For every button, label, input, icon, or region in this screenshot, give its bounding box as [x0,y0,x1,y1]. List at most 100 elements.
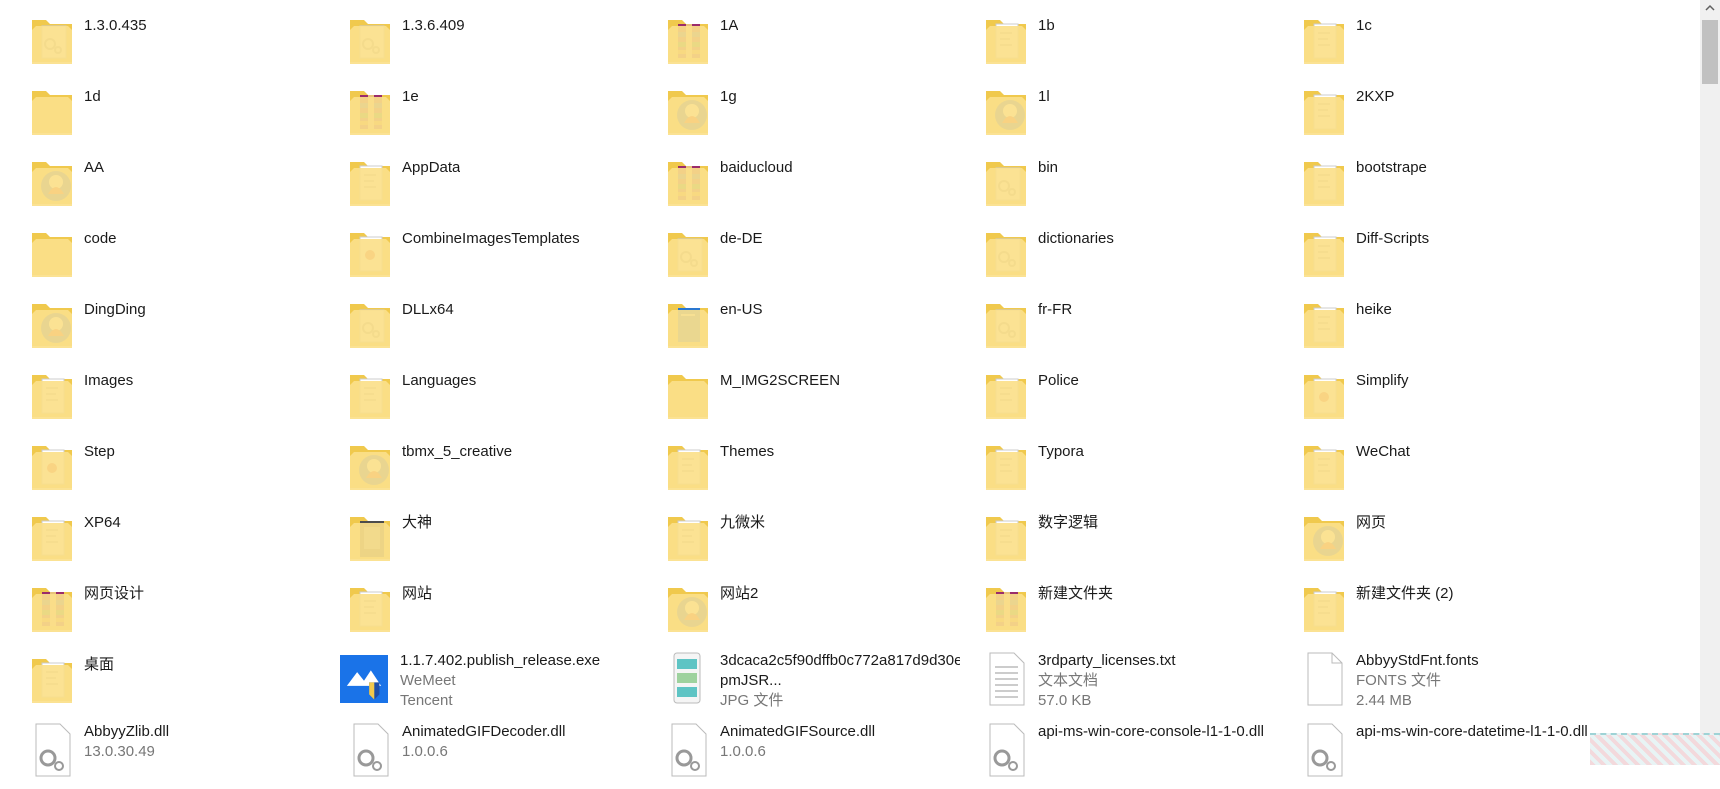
dll-file-icon [982,722,1030,778]
folder-item[interactable]: 桌面 [28,647,346,718]
folder-icon [346,509,394,565]
folder-item[interactable]: 网页设计 [28,576,346,647]
folder-item[interactable]: 九微米 [664,505,982,576]
folder-item[interactable]: 1l [982,79,1300,150]
folder-item[interactable]: bootstrape [1300,150,1618,221]
folder-item[interactable]: WeChat [1300,434,1618,505]
folder-item[interactable]: 1A [664,8,982,79]
folder-item[interactable]: Images [28,363,346,434]
file-item[interactable]: 3dcaca2c5f90dffb0c772a817d9d30eb9d8ff0e8… [664,647,982,718]
file-item[interactable]: AbbyyZlib.dll 13.0.30.49 [28,718,346,789]
folder-item[interactable]: XP64 [28,505,346,576]
folder-item[interactable]: 网站2 [664,576,982,647]
item-meta: 2KXP [1356,79,1394,107]
folder-item[interactable]: Themes [664,434,982,505]
dll-file-icon [28,722,76,778]
scrollbar-thumb[interactable] [1702,20,1718,84]
folder-item[interactable]: 1b [982,8,1300,79]
file-item[interactable]: api-ms-win-core-datetime-l1-1-0.dll [1300,718,1618,789]
item-meta: AA [84,150,104,178]
folder-item[interactable]: Step [28,434,346,505]
item-detail-line-1: JPG 文件 [720,692,784,709]
file-item[interactable]: AnimatedGIFDecoder.dll 1.0.0.6 [346,718,664,789]
folder-icon [1300,83,1348,139]
folder-item[interactable]: DingDing [28,292,346,363]
folder-item[interactable]: 网站 [346,576,664,647]
item-meta: tbmx_5_creative [402,434,512,462]
folder-item[interactable]: M_IMG2SCREEN [664,363,982,434]
item-name: Diff-Scripts [1356,230,1430,247]
item-name: 1d [84,88,101,105]
file-grid: 1.3.0.435 1.3.6.409 1A 1b 1c 1d 1e 1g 1l 2KXP AA Ap… [28,8,1668,789]
item-name: Police [1038,372,1079,389]
folder-item[interactable]: fr-FR [982,292,1300,363]
folder-item[interactable]: 1g [664,79,982,150]
folder-item[interactable]: Diff-Scripts [1300,221,1618,292]
folder-item[interactable]: 1.3.6.409 [346,8,664,79]
folder-icon [664,83,712,139]
folder-icon [982,225,1030,281]
folder-item[interactable]: Simplify [1300,363,1618,434]
item-name: api-ms-win-core-datetime-l1-1-0.dll [1356,723,1588,740]
item-meta: heike [1356,292,1392,320]
folder-item[interactable]: 大神 [346,505,664,576]
folder-item[interactable]: AppData [346,150,664,221]
folder-item[interactable]: 1d [28,79,346,150]
folder-item[interactable]: 1e [346,79,664,150]
item-name: AppData [402,159,461,176]
folder-item[interactable]: 新建文件夹 [982,576,1300,647]
item-meta: bin [1038,150,1058,178]
vertical-scrollbar[interactable] [1700,0,1720,765]
folder-icon [1300,367,1348,423]
file-item[interactable]: api-ms-win-core-console-l1-1-0.dll [982,718,1300,789]
item-name: 1e [402,88,419,105]
scroll-up-arrow-icon[interactable] [1700,0,1720,16]
item-detail-line-1: 1.0.0.6 [402,743,448,760]
folder-item[interactable]: tbmx_5_creative [346,434,664,505]
folder-item[interactable]: 新建文件夹 (2) [1300,576,1618,647]
folder-item[interactable]: 数字逻辑 [982,505,1300,576]
folder-item[interactable]: bin [982,150,1300,221]
folder-item[interactable]: code [28,221,346,292]
folder-item[interactable]: 1c [1300,8,1618,79]
folder-item[interactable]: Police [982,363,1300,434]
folder-item[interactable]: dictionaries [982,221,1300,292]
folder-icon [1300,580,1348,636]
item-meta: de-DE [720,221,763,249]
folder-item[interactable]: en-US [664,292,982,363]
item-meta: en-US [720,292,763,320]
folder-item[interactable]: 2KXP [1300,79,1618,150]
item-detail-line-1: FONTS 文件 [1356,672,1441,689]
folder-icon [1300,12,1348,68]
item-meta: 1c [1356,8,1372,36]
folder-icon [346,296,394,352]
folder-item[interactable]: Languages [346,363,664,434]
item-name: 1b [1038,17,1055,34]
file-item[interactable]: 3rdparty_licenses.txt 文本文档 57.0 KB [982,647,1300,718]
item-name: 3rdparty_licenses.txt [1038,652,1176,669]
folder-item[interactable]: CombineImagesTemplates [346,221,664,292]
item-name: Simplify [1356,372,1409,389]
folder-item[interactable]: heike [1300,292,1618,363]
item-meta: 数字逻辑 [1038,505,1098,533]
folder-item[interactable]: 网页 [1300,505,1618,576]
folder-item[interactable]: Typora [982,434,1300,505]
item-name: 1g [720,88,737,105]
folder-item[interactable]: de-DE [664,221,982,292]
folder-item[interactable]: 1.3.0.435 [28,8,346,79]
file-item[interactable]: 1.1.7.402.publish_release.exe WeMeet Tence… [340,647,664,718]
item-name: Step [84,443,115,460]
folder-item[interactable]: baiducloud [664,150,982,221]
item-meta: Step [84,434,115,462]
folder-item[interactable]: DLLx64 [346,292,664,363]
item-meta: DingDing [84,292,146,320]
folder-icon [28,296,76,352]
folder-icon [664,509,712,565]
item-name: Themes [720,443,775,460]
file-item[interactable]: AnimatedGIFSource.dll 1.0.0.6 [664,718,982,789]
folder-item[interactable]: AA [28,150,346,221]
item-meta: DLLx64 [402,292,454,320]
file-item[interactable]: AbbyyStdFnt.fonts FONTS 文件 2.44 MB [1300,647,1618,718]
item-name: AnimatedGIFDecoder.dll [402,723,566,740]
folder-icon [1300,438,1348,494]
